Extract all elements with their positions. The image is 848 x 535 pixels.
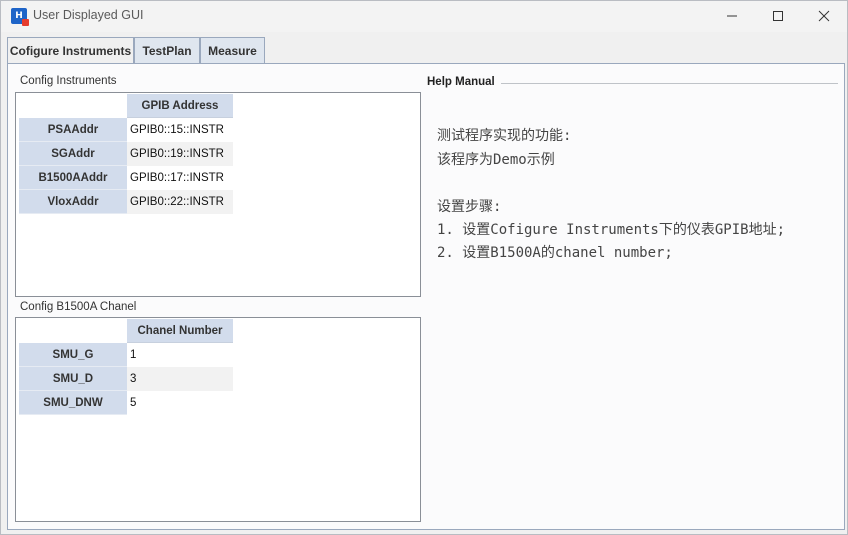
maximize-icon	[773, 11, 783, 21]
help-text-line: 测试程序实现的功能:	[437, 128, 572, 144]
help-text-line: 设置步骤:	[437, 199, 502, 215]
smu-dnw-value-cell[interactable]: 5	[127, 391, 233, 415]
config-chanel-label: Config B1500A Chanel	[20, 301, 137, 313]
app-logo-icon: H	[11, 8, 29, 26]
row-header-vloxaddr: VloxAddr	[19, 190, 127, 214]
gpib-address-header: GPIB Address	[127, 94, 233, 118]
config-instruments-table: GPIB Address PSAAddr GPIB0::15::INSTR SG…	[15, 92, 421, 297]
help-text-line: 该程序为Demo示例	[437, 152, 555, 168]
close-button[interactable]	[801, 1, 847, 32]
title-bar[interactable]: H User Displayed GUI	[1, 1, 847, 32]
tab-testplan[interactable]: TestPlan	[134, 37, 200, 64]
help-manual-label: Help Manual	[427, 76, 501, 88]
sgaddr-value-cell[interactable]: GPIB0::19::INSTR	[127, 142, 233, 166]
row-header-b1500aaddr: B1500AAddr	[19, 166, 127, 190]
smu-d-value-cell[interactable]: 3	[127, 367, 233, 391]
tab-cofigure-instruments[interactable]: Cofigure Instruments	[7, 37, 134, 65]
close-icon	[818, 10, 830, 22]
config-instruments-label: Config Instruments	[20, 75, 117, 87]
config-chanel-table: Chanel Number SMU_G 1 SMU_D 3 SMU_DNW 5	[15, 317, 421, 522]
maximize-button[interactable]	[755, 1, 801, 32]
chanel-number-header: Chanel Number	[127, 319, 233, 343]
help-text-line: 1. 设置Cofigure Instruments下的仪表GPIB地址;	[437, 222, 786, 238]
help-manual-divider	[493, 83, 838, 84]
row-header-sgaddr: SGAddr	[19, 142, 127, 166]
row-header-smu-dnw: SMU_DNW	[19, 391, 127, 415]
app-window: H User Displayed GUI Cofigure Instrument…	[0, 0, 848, 535]
window-title: User Displayed GUI	[33, 8, 144, 22]
help-text-line: 2. 设置B1500A的chanel number;	[437, 245, 673, 261]
smu-g-value-cell[interactable]: 1	[127, 343, 233, 367]
minimize-icon	[727, 15, 737, 17]
row-header-smu-d: SMU_D	[19, 367, 127, 391]
tab-measure[interactable]: Measure	[200, 37, 265, 64]
row-header-smu-g: SMU_G	[19, 343, 127, 367]
minimize-button[interactable]	[709, 1, 755, 32]
vloxaddr-value-cell[interactable]: GPIB0::22::INSTR	[127, 190, 233, 214]
row-header-psaaddr: PSAAddr	[19, 118, 127, 142]
psaaddr-value-cell[interactable]: GPIB0::15::INSTR	[127, 118, 233, 142]
b1500aaddr-value-cell[interactable]: GPIB0::17::INSTR	[127, 166, 233, 190]
